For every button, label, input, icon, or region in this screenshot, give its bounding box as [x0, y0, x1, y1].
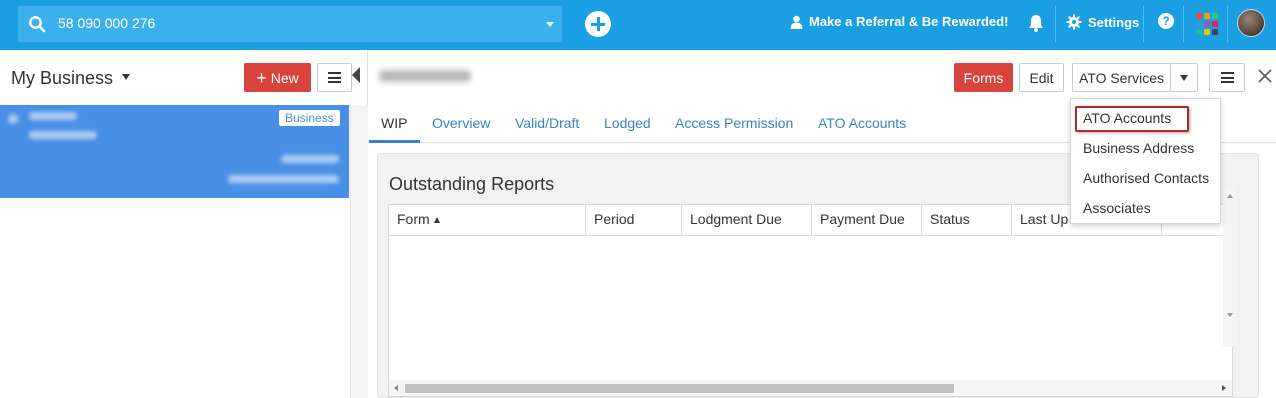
right-menu-button[interactable] [1209, 63, 1245, 92]
tab-overview[interactable]: Overview [432, 115, 490, 131]
horizontal-scrollbar[interactable] [389, 380, 1232, 396]
column-header-form[interactable]: Form [389, 205, 586, 236]
help-icon[interactable]: ? [1158, 13, 1174, 29]
settings-link[interactable]: Settings [1066, 14, 1139, 30]
collapse-panel-icon[interactable] [352, 67, 360, 83]
column-header-payment-due[interactable]: Payment Due [812, 205, 922, 236]
app-tile-icon [1196, 21, 1202, 27]
left-panel: My Business + New Business [0, 50, 368, 398]
tab-valid-draft[interactable]: Valid/Draft [515, 115, 579, 131]
ato-services-button[interactable]: ATO Services [1072, 63, 1171, 92]
ato-services-menu: ATO Accounts Business Address Authorised… [1070, 98, 1221, 224]
search-icon [29, 16, 46, 33]
chevron-down-icon[interactable] [122, 74, 130, 80]
app-tile-icon [1196, 29, 1202, 35]
app-tile-icon [1204, 13, 1210, 19]
app-tile-icon [1212, 13, 1218, 19]
forms-button[interactable]: Forms [954, 63, 1013, 92]
redacted-text [29, 131, 97, 139]
column-header-lodgment-due[interactable]: Lodgment Due [682, 205, 812, 236]
hamburger-icon [1221, 72, 1234, 83]
left-scrollbar[interactable] [350, 105, 368, 398]
scroll-right-icon[interactable] [1222, 385, 1226, 391]
redacted-text [228, 175, 339, 183]
menu-item-authorised-contacts[interactable]: Authorised Contacts [1083, 170, 1209, 186]
column-header-label[interactable]: Form [397, 211, 430, 227]
app-tile-icon [1212, 29, 1218, 35]
ato-services-dropdown-toggle[interactable] [1170, 63, 1198, 92]
divider [1055, 6, 1056, 42]
add-circle-icon[interactable] [585, 11, 611, 37]
edit-button[interactable]: Edit [1019, 63, 1064, 92]
apps-grid-icon[interactable] [1195, 12, 1219, 36]
app-tile-icon [1212, 21, 1218, 27]
top-bar: 58 090 000 276 Make a Referral & Be Rewa… [0, 0, 1276, 50]
active-tab-indicator [369, 140, 420, 143]
hamburger-icon [328, 72, 341, 83]
menu-item-business-address[interactable]: Business Address [1083, 140, 1194, 156]
bell-icon[interactable] [1027, 13, 1045, 33]
new-button-label: New [270, 69, 299, 86]
scroll-down-icon[interactable] [1227, 313, 1233, 317]
tab-ato-accounts[interactable]: ATO Accounts [818, 115, 906, 131]
divider [1143, 6, 1144, 42]
tab-access-permission[interactable]: Access Permission [675, 115, 793, 131]
business-badge: Business [279, 110, 340, 126]
tab-wip[interactable]: WIP [381, 115, 407, 131]
redacted-text [281, 155, 339, 163]
redacted-text [29, 112, 77, 120]
referral-link[interactable]: Make a Referral & Be Rewarded! [790, 14, 1008, 29]
redacted-icon [8, 114, 18, 124]
tab-lodged[interactable]: Lodged [604, 115, 651, 131]
gear-icon [1066, 14, 1082, 30]
search-box[interactable]: 58 090 000 276 [18, 6, 562, 42]
app-tile-icon [1204, 29, 1210, 35]
menu-item-ato-accounts[interactable]: ATO Accounts [1083, 110, 1171, 126]
sort-ascending-icon [433, 217, 440, 224]
scroll-left-icon[interactable] [394, 385, 398, 391]
scroll-thumb[interactable] [405, 384, 954, 393]
new-button[interactable]: + New [244, 63, 311, 92]
scroll-up-icon[interactable] [1227, 194, 1233, 198]
caret-down-icon [1180, 74, 1188, 81]
panel-title[interactable]: My Business [11, 68, 113, 89]
search-dropdown-caret-icon[interactable] [546, 22, 554, 27]
plus-icon: + [256, 67, 267, 88]
close-icon[interactable] [1257, 68, 1273, 84]
divider [1183, 6, 1184, 42]
business-list-item[interactable]: Business [0, 105, 349, 198]
column-header-status[interactable]: Status [922, 205, 1012, 236]
app-tile-icon [1196, 13, 1202, 19]
user-icon [790, 15, 803, 29]
vertical-scrollbar[interactable] [1223, 186, 1237, 347]
menu-item-associates[interactable]: Associates [1083, 200, 1151, 216]
referral-label[interactable]: Make a Referral & Be Rewarded! [809, 14, 1008, 29]
app-tile-icon [1204, 21, 1210, 27]
redacted-entity-name [379, 70, 471, 82]
settings-label[interactable]: Settings [1088, 15, 1139, 30]
reports-table: Form Period Lodgment Due Payment Due Sta… [388, 204, 1233, 397]
avatar[interactable] [1237, 9, 1265, 37]
divider [1227, 6, 1228, 42]
search-value[interactable]: 58 090 000 276 [58, 15, 155, 31]
left-menu-button[interactable] [317, 63, 352, 92]
column-header-period[interactable]: Period [586, 205, 682, 236]
panel-heading: Outstanding Reports [389, 174, 555, 194]
